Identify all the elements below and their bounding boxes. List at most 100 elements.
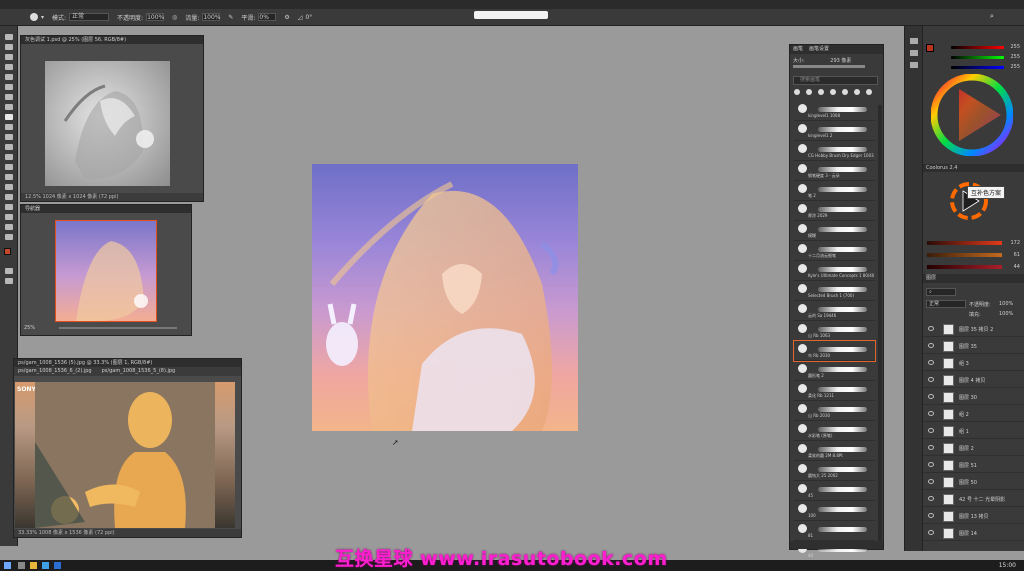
brush-preset-item[interactable]: kinglevel1 1008 xyxy=(794,101,875,121)
layer-kind-filter[interactable]: ⌕ xyxy=(926,288,956,296)
current-color-swatch[interactable] xyxy=(926,44,934,52)
navigator-preview[interactable] xyxy=(55,220,157,322)
crop-tool-icon[interactable] xyxy=(5,74,13,80)
layer-row[interactable]: 42 号 十二 光晕阴影 xyxy=(923,492,1024,507)
visibility-eye-icon[interactable] xyxy=(928,377,934,382)
brush-size-slider[interactable] xyxy=(793,65,865,68)
brush-preset-item[interactable]: Selected Brush 1 (700) xyxy=(794,281,875,301)
navigator-zoom-slider[interactable] xyxy=(59,327,177,329)
brush-preset-item[interactable]: 鸟 Rb 2030 xyxy=(793,340,876,362)
visibility-eye-icon[interactable] xyxy=(928,513,934,518)
visibility-eye-icon[interactable] xyxy=(928,394,934,399)
zoom-tool-icon[interactable] xyxy=(5,234,13,240)
mode-select[interactable]: 正常 xyxy=(69,13,110,21)
photoshop-icon[interactable] xyxy=(54,562,61,569)
brush-preset-item[interactable]: 圆钝大 25 2002 xyxy=(794,461,875,481)
pressure-opacity-icon[interactable]: ◎ xyxy=(172,14,177,21)
brush-preset-item[interactable]: 柔软的圆 2M 8.8Pt xyxy=(794,441,875,461)
layer-row[interactable]: 组 1 xyxy=(923,424,1024,439)
color-mix-slider-1[interactable] xyxy=(927,241,1002,245)
grayscale-window-title[interactable]: 灰色调试 1.psd @ 25% (图层 56, RGB/8#) xyxy=(21,36,203,44)
recent-brush-tip-icon[interactable] xyxy=(866,89,872,95)
navigator-zoom-value[interactable]: 25% xyxy=(24,325,35,331)
blur-tool-icon[interactable] xyxy=(5,164,13,170)
layers-tab[interactable]: 图层 xyxy=(923,274,1024,283)
foreground-color-swatch[interactable] xyxy=(4,248,11,255)
hand-tool-icon[interactable] xyxy=(5,224,13,230)
eraser-tool-icon[interactable] xyxy=(5,144,13,150)
smoothing-control[interactable]: 平滑: 0% xyxy=(241,13,277,22)
reference-tab-2[interactable]: ps/gam_1008_1536_5_(8).jpg xyxy=(102,367,176,376)
brush-search-input[interactable]: 搜索画笔 xyxy=(793,76,878,85)
layer-row[interactable]: 图层 2 xyxy=(923,441,1024,456)
brush-preset-item[interactable]: kinglevel1 2 xyxy=(794,121,875,141)
brush-preset-item[interactable]: 45 xyxy=(794,481,875,501)
visibility-eye-icon[interactable] xyxy=(928,496,934,501)
folder-icon[interactable] xyxy=(30,562,37,569)
recent-brush-tip-icon[interactable] xyxy=(806,89,812,95)
marquee-tool-icon[interactable] xyxy=(5,44,13,50)
adjustments-panel-icon[interactable] xyxy=(910,62,918,68)
brush-preset-item[interactable]: 十二月流云细笔 xyxy=(794,241,875,261)
screen-mode-icon[interactable] xyxy=(5,278,13,284)
start-icon[interactable] xyxy=(4,562,11,569)
recent-brush-tip-icon[interactable] xyxy=(830,89,836,95)
layer-row[interactable]: 图层 30 xyxy=(923,390,1024,405)
brush-preset-picker[interactable]: ▾ xyxy=(30,13,44,21)
angle-control[interactable]: ◿ 0° xyxy=(298,14,312,21)
shape-tool-icon[interactable] xyxy=(5,214,13,220)
grayscale-document-window[interactable]: 灰色调试 1.psd @ 25% (图层 56, RGB/8#) 12.5% 1… xyxy=(20,35,204,202)
brush-settings-tab[interactable]: 画笔设置 xyxy=(809,45,829,54)
main-canvas[interactable] xyxy=(312,164,578,431)
color-value-3[interactable]: 44 xyxy=(1014,264,1020,270)
layer-row[interactable]: 图层 35 xyxy=(923,339,1024,354)
brushes-tab[interactable]: 画笔 xyxy=(793,45,803,54)
mode-control[interactable]: 模式: 正常 xyxy=(52,13,110,22)
red-channel-value[interactable]: 255 xyxy=(1010,44,1020,50)
path-select-tool-icon[interactable] xyxy=(5,204,13,210)
brush-preset-item[interactable]: CG Hobby Brush Dry Edger 1003 xyxy=(794,141,875,161)
clone-stamp-tool-icon[interactable] xyxy=(5,124,13,130)
smoothing-value[interactable]: 0% xyxy=(258,13,277,21)
airbrush-icon[interactable]: ✎ xyxy=(228,14,233,21)
layer-row[interactable]: 图层 4 拷贝 xyxy=(923,373,1024,388)
reference-tab-1[interactable]: ps/gam_1008_1536_6_(2).jpg xyxy=(18,367,92,376)
brush-preset-item[interactable]: 81 xyxy=(794,521,875,541)
recent-brush-tip-icon[interactable] xyxy=(854,89,860,95)
color-mix-slider-3[interactable] xyxy=(927,265,1002,269)
flow-value[interactable]: 100% xyxy=(202,13,221,21)
visibility-eye-icon[interactable] xyxy=(928,530,934,535)
gradient-tool-icon[interactable] xyxy=(5,154,13,160)
color-value-1[interactable]: 172 xyxy=(1010,240,1020,246)
blue-channel-slider[interactable] xyxy=(951,66,1004,69)
recent-brush-tip-icon[interactable] xyxy=(842,89,848,95)
visibility-eye-icon[interactable] xyxy=(928,360,934,365)
layer-row[interactable]: 图层 50 xyxy=(923,475,1024,490)
history-panel-icon[interactable] xyxy=(910,38,918,44)
visibility-eye-icon[interactable] xyxy=(928,445,934,450)
taskbar-app-icon[interactable] xyxy=(18,562,25,569)
layer-row[interactable]: 图层 13 拷贝 xyxy=(923,509,1024,524)
layer-row[interactable]: 组 2 xyxy=(923,407,1024,422)
red-channel-slider[interactable] xyxy=(951,46,1004,49)
brush-preset-item[interactable]: 山 Rb 1063 xyxy=(794,321,875,341)
layer-opacity-value[interactable]: 100% xyxy=(999,301,1013,307)
eyedropper-tool-icon[interactable] xyxy=(5,94,13,100)
color-value-2[interactable]: 61 xyxy=(1014,252,1020,258)
visibility-eye-icon[interactable] xyxy=(928,326,934,331)
color-mix-slider-2[interactable] xyxy=(927,253,1002,257)
visibility-eye-icon[interactable] xyxy=(928,462,934,467)
brush-preset-item[interactable]: 圆形笔 2 xyxy=(794,361,875,381)
brush-scrollbar[interactable] xyxy=(878,105,882,545)
type-tool-icon[interactable] xyxy=(5,194,13,200)
visibility-eye-icon[interactable] xyxy=(928,343,934,348)
visibility-eye-icon[interactable] xyxy=(928,411,934,416)
blue-channel-value[interactable]: 255 xyxy=(1010,64,1020,70)
brush-preset-item[interactable]: 柔化 Rb 1211 xyxy=(794,381,875,401)
frame-tool-icon[interactable] xyxy=(5,84,13,90)
quick-select-tool-icon[interactable] xyxy=(5,64,13,70)
brush-preset-item[interactable]: 100 xyxy=(794,501,875,521)
brush-preset-item[interactable]: 钢笔硬度 3 - 云朵 xyxy=(794,161,875,181)
browser-icon[interactable] xyxy=(42,562,49,569)
recent-brush-tip-icon[interactable] xyxy=(794,89,800,95)
